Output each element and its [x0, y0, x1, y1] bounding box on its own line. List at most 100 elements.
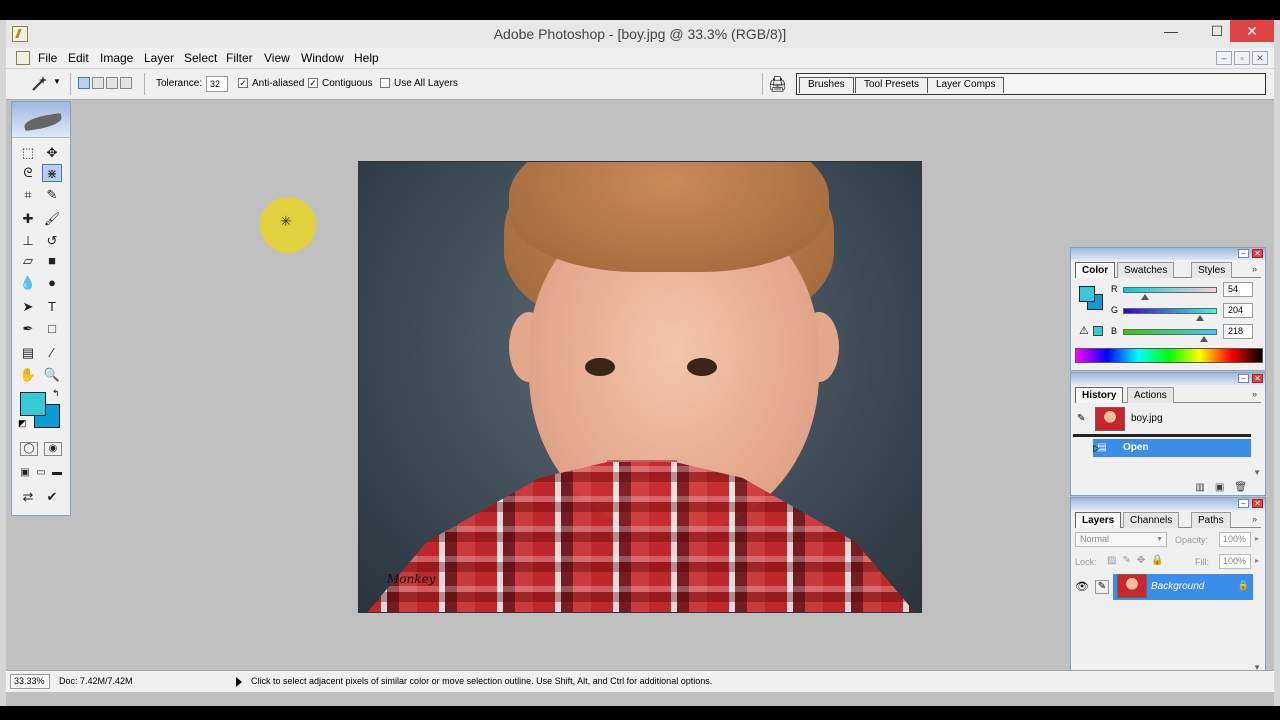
screen-mode-standard-icon[interactable]: ▣ [18, 464, 32, 482]
menu-help[interactable]: Help [354, 51, 379, 65]
tab-channels[interactable]: Channels [1123, 512, 1180, 528]
anti-aliased-checkbox[interactable]: ✓ [238, 78, 248, 88]
panel-minimize-button[interactable]: – [1238, 374, 1249, 383]
standard-mode-icon[interactable]: ◯ [20, 442, 38, 456]
layer-comps-tab[interactable]: Layer Comps [927, 77, 1005, 93]
pen-icon[interactable]: ✒ [18, 320, 38, 338]
stamp-icon[interactable]: ⊥ [18, 232, 38, 250]
b-slider-thumb[interactable] [1200, 336, 1208, 342]
panel-close-button[interactable]: ✕ [1252, 249, 1263, 258]
new-document-from-state-icon[interactable]: ▥ [1195, 482, 1214, 493]
eyedropper-icon[interactable]: ⁄ [42, 344, 62, 362]
menu-select[interactable]: Select [184, 51, 217, 65]
lasso-icon[interactable]: ᘓ [18, 164, 38, 182]
r-slider-thumb[interactable] [1141, 294, 1149, 300]
hand-icon[interactable]: ✋ [18, 366, 38, 384]
layer-row-background[interactable]: 👁 ✎ Background 🔒 [1073, 574, 1253, 600]
history-brush-icon[interactable]: ↺ [42, 232, 62, 250]
r-slider[interactable] [1123, 287, 1217, 293]
tolerance-input[interactable]: 32 [206, 76, 228, 92]
use-all-layers-checkbox[interactable] [380, 78, 390, 88]
lock-image-icon[interactable]: ✎ [1122, 555, 1136, 566]
g-slider-thumb[interactable] [1196, 315, 1204, 321]
slice-icon[interactable]: ✎ [42, 186, 62, 204]
magic-wand-icon[interactable]: ⋇ [42, 164, 62, 182]
fill-input[interactable]: 100% [1219, 554, 1251, 569]
contiguous-checkbox[interactable]: ✓ [308, 78, 318, 88]
notes-icon[interactable]: ▤ [18, 344, 38, 362]
swap-colors-icon[interactable]: ↰ [52, 388, 60, 399]
doc-close-button[interactable]: ✕ [1252, 51, 1268, 65]
brush-link-icon[interactable]: ✎ [1095, 580, 1109, 594]
menu-view[interactable]: View [264, 51, 290, 65]
quick-mask-icon[interactable]: ◉ [44, 442, 62, 456]
document-canvas[interactable]: Monkey [358, 161, 922, 613]
color-spectrum-bar[interactable] [1075, 348, 1263, 363]
screen-mode-full-menu-icon[interactable]: ▭ [34, 464, 48, 482]
status-menu-arrow-icon[interactable] [236, 677, 242, 687]
eye-icon[interactable]: 👁 [1075, 580, 1089, 593]
g-value-input[interactable]: 204 [1223, 303, 1253, 318]
move-icon[interactable]: ✥ [42, 144, 62, 162]
tool-preset-chevron-icon[interactable]: ▼ [53, 77, 61, 86]
blur-icon[interactable]: 💧 [18, 274, 38, 292]
subtract-selection-button[interactable] [106, 77, 118, 89]
close-button[interactable]: ✕ [1230, 20, 1274, 42]
b-slider[interactable] [1123, 329, 1217, 335]
lock-transparency-icon[interactable]: ▨ [1107, 555, 1122, 566]
palette-well-icon[interactable]: 🖨 [768, 75, 787, 93]
tab-paths[interactable]: Paths [1191, 512, 1231, 528]
gamut-warning-icon[interactable]: ⚠ [1079, 324, 1089, 337]
new-selection-button[interactable] [78, 77, 90, 89]
path-select-icon[interactable]: ➤ [18, 298, 38, 316]
history-snapshot-row[interactable]: ✎ boy.jpg [1073, 407, 1251, 431]
gamut-swatch[interactable] [1093, 326, 1103, 336]
eraser-icon[interactable]: ▱ [18, 252, 38, 270]
tab-actions[interactable]: Actions [1127, 387, 1174, 403]
delete-state-icon[interactable]: 🗑 [1234, 482, 1257, 493]
doc-minimize-button[interactable]: – [1216, 51, 1232, 65]
g-slider[interactable] [1123, 308, 1217, 314]
color-fg-swatch[interactable] [1079, 286, 1095, 302]
shape-icon[interactable]: □ [42, 320, 62, 338]
healing-icon[interactable]: ✚ [18, 210, 38, 228]
menu-filter[interactable]: Filter [226, 51, 253, 65]
opacity-arrow-icon[interactable]: ▸ [1255, 534, 1259, 543]
brush-icon[interactable]: 🖌 [42, 210, 62, 228]
panel-menu-icon[interactable]: » [1252, 264, 1257, 274]
tab-styles[interactable]: Styles [1191, 262, 1233, 278]
edit-imageready-icon[interactable]: ✔ [42, 488, 62, 506]
blend-mode-select[interactable]: Normal ▼ [1075, 532, 1167, 547]
jump-to-imageready-icon[interactable]: ⇄ [18, 488, 38, 506]
minimize-button[interactable]: — [1156, 20, 1186, 42]
tab-color[interactable]: Color [1075, 262, 1116, 278]
scroll-down-icon[interactable]: ▼ [1253, 468, 1261, 477]
panel-close-button[interactable]: ✕ [1252, 374, 1263, 383]
opacity-input[interactable]: 100% [1219, 532, 1251, 547]
foreground-color-swatch[interactable] [20, 392, 46, 416]
panel-minimize-button[interactable]: – [1238, 499, 1249, 508]
magic-wand-icon[interactable] [30, 75, 48, 93]
history-step-open[interactable]: ▤ Open [1093, 439, 1251, 457]
gradient-icon[interactable]: ■ [42, 252, 62, 270]
history-brush-source-icon[interactable]: ✎ [1077, 413, 1085, 424]
add-selection-button[interactable] [92, 77, 104, 89]
tab-swatches[interactable]: Swatches [1117, 262, 1175, 278]
zoom-input[interactable]: 33.33% [10, 674, 50, 689]
marquee-icon[interactable]: ⬚ [18, 144, 38, 162]
document-icon[interactable] [16, 51, 30, 65]
default-colors-icon[interactable]: ◩ [18, 418, 27, 429]
doc-restore-button[interactable]: ▫ [1234, 51, 1250, 65]
tab-history[interactable]: History [1075, 387, 1124, 403]
lock-position-icon[interactable]: ✥ [1137, 555, 1151, 566]
screen-mode-full-icon[interactable]: ▬ [50, 464, 64, 482]
new-snapshot-icon[interactable]: ▣ [1215, 482, 1234, 493]
dodge-icon[interactable]: ● [42, 274, 62, 292]
panel-menu-icon[interactable]: » [1252, 514, 1257, 524]
panel-minimize-button[interactable]: – [1238, 249, 1249, 258]
type-icon[interactable]: T [42, 298, 62, 316]
fill-arrow-icon[interactable]: ▸ [1255, 556, 1259, 565]
menu-edit[interactable]: Edit [68, 51, 89, 65]
menu-window[interactable]: Window [301, 51, 344, 65]
maximize-button[interactable]: ☐ [1202, 20, 1232, 42]
